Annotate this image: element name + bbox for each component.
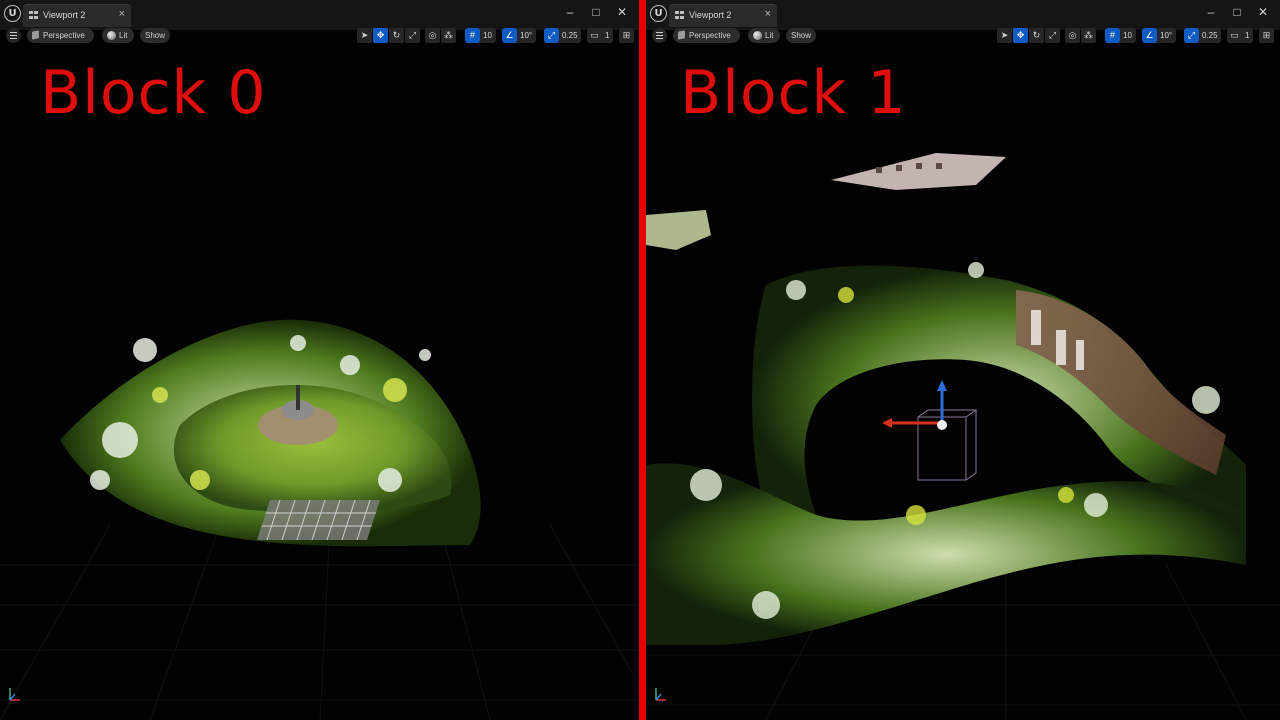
close-icon[interactable]: ✕: [1256, 5, 1270, 19]
viewport-window-block-1: U Viewport 2 × – □ ✕ Perspective Lit Sho…: [646, 0, 1280, 720]
axis-gizmo-icon: [655, 688, 666, 701]
grid-snap-icon: #: [1105, 28, 1120, 43]
camera-speed-value: 1: [1245, 31, 1250, 40]
select-icon[interactable]: ➤: [997, 28, 1012, 43]
transform-gizmo[interactable]: [882, 380, 947, 430]
scale-icon[interactable]: ⤢: [1045, 28, 1060, 43]
grid-snap-toggle[interactable]: # 10: [1105, 28, 1136, 43]
viewport-toolbar: Perspective Lit Show ➤ ✥ ↻ ⤢ ◎ ⁂ # 10 ∠ …: [646, 27, 1280, 45]
viewport-grid-icon: [675, 11, 685, 20]
selection-bounding-box: [917, 409, 978, 481]
perspective-label: Perspective: [43, 31, 85, 40]
surface-snap-icon[interactable]: ⁂: [1081, 28, 1096, 43]
maximize-icon[interactable]: □: [589, 5, 603, 19]
cube-icon: [32, 30, 39, 40]
camera-icon: ▭: [587, 28, 602, 43]
world-local-tools: ◎ ⁂: [425, 28, 457, 43]
surface-snap-icon[interactable]: ⁂: [441, 28, 456, 43]
grid-snap-toggle[interactable]: # 10: [465, 28, 496, 43]
lit-button[interactable]: Lit: [102, 28, 134, 43]
tab-title: Viewport 2: [43, 10, 86, 20]
translate-icon[interactable]: ✥: [1013, 28, 1028, 43]
scale-icon[interactable]: ⤢: [405, 28, 420, 43]
block-label: Block 1: [680, 58, 907, 128]
show-button[interactable]: Show: [786, 28, 816, 43]
axis-gizmo-icon: [9, 688, 20, 701]
minimize-icon[interactable]: –: [1204, 5, 1218, 19]
lit-sphere-icon: [753, 31, 762, 40]
world-globe-icon[interactable]: ◎: [425, 28, 440, 43]
world-local-tools: ◎ ⁂: [1065, 28, 1097, 43]
scale-snap-toggle[interactable]: ⤢ 0.25: [544, 28, 581, 43]
lit-sphere-icon: [107, 31, 116, 40]
rotation-snap-toggle[interactable]: ∠ 10°: [502, 28, 536, 43]
viewport-toolbar: Perspective Lit Show ➤ ✥ ↻ ⤢ ◎ ⁂ # 10 ∠ …: [0, 27, 639, 45]
rotation-snap-icon: ∠: [1142, 28, 1157, 43]
grid-snap-icon: #: [465, 28, 480, 43]
scale-snap-icon: ⤢: [544, 28, 559, 43]
window-titlebar: U Viewport 2 × – □ ✕: [0, 0, 639, 30]
camera-speed-button[interactable]: ▭ 1: [587, 28, 613, 43]
maximize-icon[interactable]: □: [1230, 5, 1244, 19]
rotation-snap-value: 10°: [520, 31, 533, 40]
transform-tools: ➤ ✥ ↻ ⤢: [357, 28, 421, 43]
lit-label: Lit: [765, 31, 774, 40]
camera-icon: ▭: [1227, 28, 1242, 43]
minimize-icon[interactable]: –: [563, 5, 577, 19]
rotate-icon[interactable]: ↻: [389, 28, 404, 43]
unreal-logo-icon: U: [650, 5, 667, 22]
hamburger-menu-icon[interactable]: [6, 28, 21, 43]
block-label: Block 0: [40, 58, 267, 128]
translate-icon[interactable]: ✥: [373, 28, 388, 43]
close-icon[interactable]: ✕: [615, 5, 629, 19]
viewport-layout-icon[interactable]: ⊞: [1259, 28, 1274, 43]
cube-icon: [678, 30, 685, 40]
tab-close-icon[interactable]: ×: [119, 8, 125, 20]
scene-render-block-0[interactable]: [0, 45, 639, 720]
viewport-grid-icon: [29, 11, 39, 20]
scale-snap-toggle[interactable]: ⤢ 0.25: [1184, 28, 1221, 43]
grid-snap-value: 10: [483, 31, 492, 40]
show-label: Show: [790, 31, 811, 40]
perspective-button[interactable]: Perspective: [27, 28, 94, 43]
viewport-layout-icon[interactable]: ⊞: [619, 28, 634, 43]
world-globe-icon[interactable]: ◎: [1065, 28, 1080, 43]
scene-render-block-1[interactable]: [646, 45, 1280, 720]
unreal-logo-icon: U: [4, 5, 21, 22]
rotate-icon[interactable]: ↻: [1029, 28, 1044, 43]
camera-speed-button[interactable]: ▭ 1: [1227, 28, 1253, 43]
split-divider: [639, 0, 646, 720]
scale-snap-value: 0.25: [562, 31, 578, 40]
scale-snap-icon: ⤢: [1184, 28, 1199, 43]
grid-snap-value: 10: [1123, 31, 1132, 40]
viewport-tab[interactable]: Viewport 2 ×: [669, 4, 777, 27]
lit-button[interactable]: Lit: [748, 28, 780, 43]
rotation-snap-icon: ∠: [502, 28, 517, 43]
lit-label: Lit: [119, 31, 128, 40]
viewport-window-block-0: U Viewport 2 × – □ ✕ Perspective Lit Sho…: [0, 0, 639, 720]
perspective-label: Perspective: [689, 31, 731, 40]
tab-title: Viewport 2: [689, 10, 732, 20]
rotation-snap-value: 10°: [1160, 31, 1173, 40]
viewport-tab[interactable]: Viewport 2 ×: [23, 4, 131, 27]
select-icon[interactable]: ➤: [357, 28, 372, 43]
camera-speed-value: 1: [605, 31, 610, 40]
tab-close-icon[interactable]: ×: [765, 8, 771, 20]
window-titlebar: U Viewport 2 × – □ ✕: [646, 0, 1280, 30]
show-button[interactable]: Show: [140, 28, 170, 43]
scale-snap-value: 0.25: [1202, 31, 1218, 40]
hamburger-menu-icon[interactable]: [652, 28, 667, 43]
rotation-snap-toggle[interactable]: ∠ 10°: [1142, 28, 1176, 43]
perspective-button[interactable]: Perspective: [673, 28, 740, 43]
show-label: Show: [144, 31, 165, 40]
transform-tools: ➤ ✥ ↻ ⤢: [997, 28, 1061, 43]
